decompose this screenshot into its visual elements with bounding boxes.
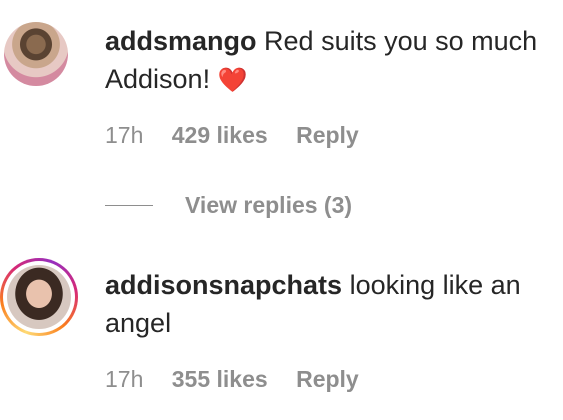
comment-username[interactable]: addsmango [105,26,257,56]
comment-text: addisonsnapchats looking like an angel [105,266,545,342]
comment-timestamp[interactable]: 17h [105,366,143,392]
reply-button[interactable]: Reply [296,366,359,392]
view-replies-button[interactable]: View replies (3) [105,190,352,220]
reply-button[interactable]: Reply [296,122,359,148]
comment-text: addsmango Red suits you so much Addison!… [105,22,545,100]
comment-likes[interactable]: 429 likes [172,122,268,148]
comment-username[interactable]: addisonsnapchats [105,270,342,300]
view-replies-label[interactable]: View replies (3) [185,192,352,219]
avatar [7,265,71,329]
comment-likes[interactable]: 355 likes [172,366,268,392]
comment-meta: 17h 429 likes Reply [105,122,381,149]
comment-meta: 17h 355 likes Reply [105,366,381,393]
heart-emoji-icon: ❤️ [217,67,248,94]
comment-timestamp[interactable]: 17h [105,122,143,148]
avatar[interactable] [4,22,68,86]
replies-divider [105,204,153,206]
story-ring-avatar[interactable] [0,258,78,336]
